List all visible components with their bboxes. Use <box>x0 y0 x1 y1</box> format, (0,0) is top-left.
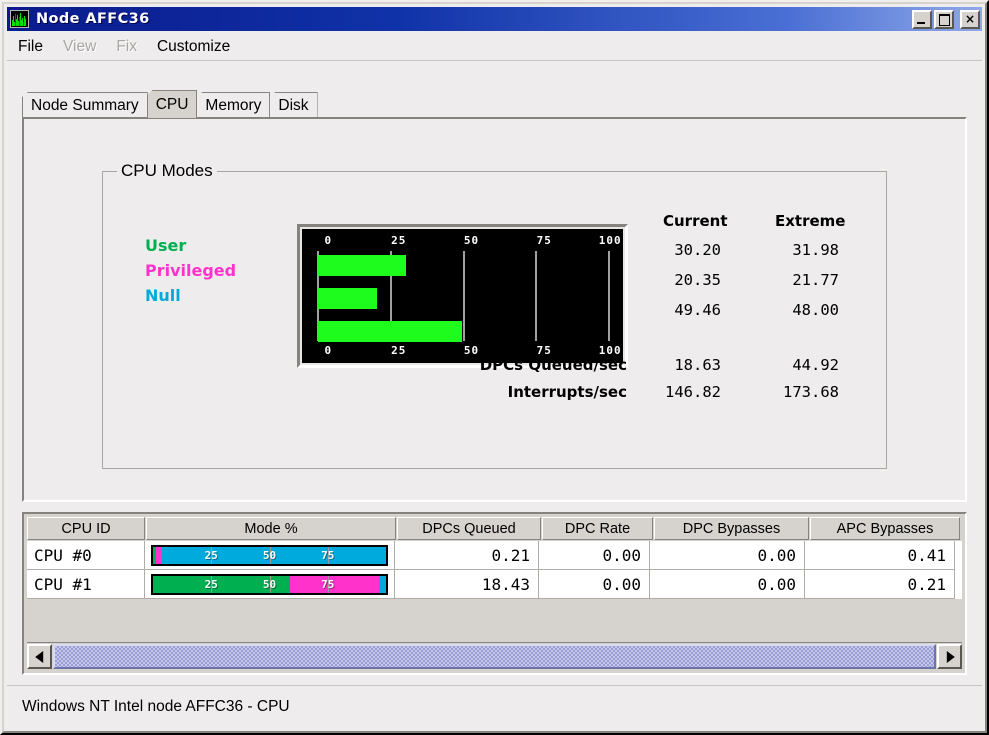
mode-tick-label: 25 <box>204 548 218 562</box>
menu-item-customize[interactable]: Customize <box>148 36 239 58</box>
mode-percent-bar: 25 50 75 <box>151 573 388 595</box>
column-header-dpc-bypasses[interactable]: DPC Bypasses <box>654 517 809 540</box>
tab-page-cpu: CPU Modes User Privileged Null 0 25 50 75 10… <box>22 117 967 502</box>
cell-dpc-bypasses: 0.00 <box>650 541 805 570</box>
cpu-modes-group-label: CPU Modes <box>117 161 217 181</box>
cell-apc-bypasses: 0.21 <box>805 570 955 599</box>
chart-plot-area: 0 25 50 75 100 0 25 50 75 100 <box>304 231 621 361</box>
value-null-extreme: 48.00 <box>792 301 839 319</box>
mode-tick-label: 25 <box>204 577 218 591</box>
tab-node-summary[interactable]: Node Summary <box>22 92 148 118</box>
horizontal-scrollbar[interactable] <box>27 642 962 670</box>
column-header-dpcs-queued[interactable]: DPCs Queued <box>397 517 541 540</box>
title-bar[interactable]: Node AFFC36 × <box>7 7 982 31</box>
scrollbar-thumb[interactable] <box>53 644 936 669</box>
mode-tick-label: 50 <box>262 577 277 591</box>
tab-cpu[interactable]: CPU <box>146 90 198 118</box>
cell-mode-percent: 25 50 75 <box>145 541 395 570</box>
mode-tick-label: 50 <box>262 548 277 562</box>
scroll-left-button[interactable] <box>27 644 52 669</box>
chart-xtick-25: 25 <box>391 234 407 247</box>
menu-item-file[interactable]: File <box>9 36 52 58</box>
chart-xtick-0: 0 <box>324 234 333 247</box>
mode-segment-null <box>379 575 386 593</box>
value-dpcs-queued-current: 18.63 <box>674 356 721 374</box>
status-bar: Windows NT Intel node AFFC36 - CPU <box>7 685 982 728</box>
chart-gridline <box>535 251 538 341</box>
cell-dpcs-queued: 0.21 <box>395 541 539 570</box>
cell-cpu-id: CPU #0 <box>27 541 145 570</box>
cpu-modes-bar-chart: 0 25 50 75 100 0 25 50 75 100 <box>297 224 628 368</box>
label-dpcs-queued-per-sec: DPCs Queued/sec <box>479 356 627 374</box>
close-icon: × <box>964 11 976 26</box>
column-header-apc-bypasses[interactable]: APC Bypasses <box>810 517 960 540</box>
table-empty-area <box>27 599 962 644</box>
mode-segment-privileged <box>290 575 379 593</box>
chart-axis-top: 0 25 50 75 100 <box>312 234 620 248</box>
chart-xtick-75: 75 <box>536 234 552 247</box>
menu-item-view: View <box>62 37 97 55</box>
chart-xtick-0: 0 <box>324 344 333 357</box>
column-header-dpc-rate[interactable]: DPC Rate <box>542 517 653 540</box>
cpu-modes-groupbox: CPU Modes User Privileged Null 0 25 50 75 10… <box>102 161 887 469</box>
chart-inner-bevel: 0 25 50 75 100 0 25 50 75 100 <box>300 227 625 365</box>
legend-privileged: Privileged <box>145 261 237 280</box>
value-user-extreme: 31.98 <box>792 241 839 259</box>
tab-memory[interactable]: Memory <box>196 92 271 118</box>
window-controls: × <box>912 9 982 29</box>
column-header-extreme: Extreme <box>775 212 846 230</box>
application-window: Node AFFC36 × File View Fix Customize No… <box>0 0 989 735</box>
chart-bar-null <box>318 321 462 342</box>
legend-user: User <box>145 236 187 255</box>
close-button[interactable]: × <box>960 9 980 29</box>
maximize-icon <box>939 13 950 26</box>
cell-cpu-id: CPU #1 <box>27 570 145 599</box>
window-title: Node AFFC36 <box>36 11 150 27</box>
mode-percent-bar: 25 50 75 <box>151 544 388 566</box>
chart-gridline <box>608 251 610 341</box>
column-header-current: Current <box>663 212 728 230</box>
tab-disk[interactable]: Disk <box>269 92 318 118</box>
chart-xtick-50: 50 <box>463 234 480 247</box>
menu-bar: File View Fix Customize <box>7 33 982 61</box>
chart-bar-privileged <box>318 288 378 309</box>
value-dpcs-queued-extreme: 44.92 <box>792 356 839 374</box>
column-header-cpu-id[interactable]: CPU ID <box>27 517 145 540</box>
cell-mode-percent: 25 50 75 <box>145 570 395 599</box>
chart-bar-user <box>318 255 406 276</box>
scroll-right-button[interactable] <box>937 644 962 669</box>
column-header-mode-[interactable]: Mode % <box>146 517 396 540</box>
menu-item-fix: Fix <box>116 37 137 55</box>
chart-xtick-100: 100 <box>598 234 622 247</box>
value-privileged-current: 20.35 <box>674 271 721 289</box>
label-interrupts-per-sec: Interrupts/sec <box>507 383 627 401</box>
value-interrupts-extreme: 173.68 <box>783 383 839 401</box>
cell-dpcs-queued: 18.43 <box>395 570 539 599</box>
table-row[interactable]: CPU #0 25 50 75 0.21 0.00 0.00 0.41 <box>27 541 962 570</box>
cpu-list-panel: CPU ID Mode % DPCs Queued DPC Rate DPC Bypas… <box>22 512 967 675</box>
maximize-button[interactable] <box>934 9 954 29</box>
status-text: Windows NT Intel node AFFC36 - CPU <box>22 698 290 715</box>
table-row[interactable]: CPU #1 25 50 75 18.43 0.00 0.00 0.21 <box>27 570 962 599</box>
legend-null: Null <box>145 286 181 305</box>
mode-tick-label: 75 <box>321 577 335 591</box>
value-interrupts-current: 146.82 <box>665 383 721 401</box>
window-inner: Node AFFC36 × File View Fix Customize No… <box>2 2 987 733</box>
table-header-row: CPU ID Mode % DPCs Queued DPC Rate DPC Bypas… <box>27 517 962 540</box>
value-privileged-extreme: 21.77 <box>792 271 839 289</box>
minimize-icon <box>917 21 925 24</box>
arrow-right-icon <box>946 650 955 663</box>
cell-dpc-bypasses: 0.00 <box>650 570 805 599</box>
barchart-icon <box>10 10 29 28</box>
cell-apc-bypasses: 0.41 <box>805 541 955 570</box>
minimize-button[interactable] <box>912 9 932 29</box>
mode-tick-label: 75 <box>321 548 335 562</box>
tab-strip: Node Summary CPU Memory Disk <box>22 90 318 118</box>
value-user-current: 30.20 <box>674 241 721 259</box>
value-null-current: 49.46 <box>674 301 721 319</box>
cell-dpc-rate: 0.00 <box>539 541 650 570</box>
cell-dpc-rate: 0.00 <box>539 570 650 599</box>
chart-gridline <box>462 251 465 341</box>
arrow-left-icon <box>34 650 43 663</box>
